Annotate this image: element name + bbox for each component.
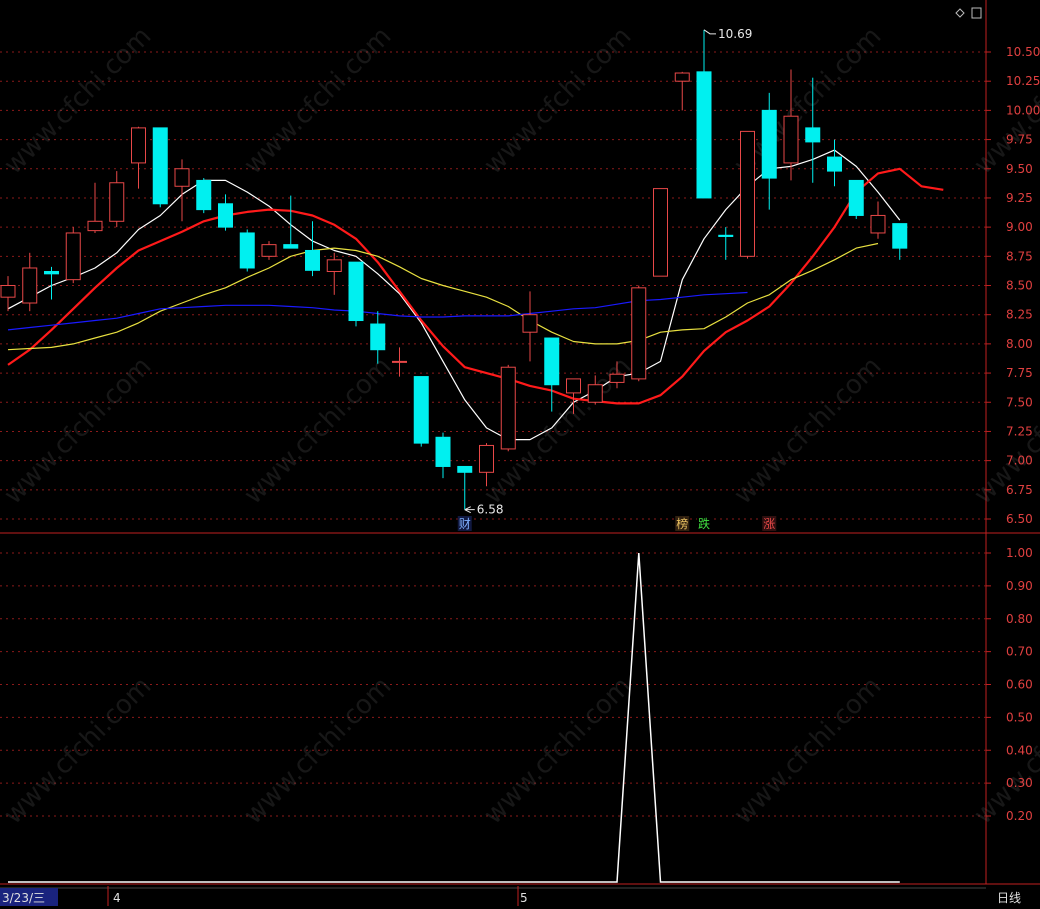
candle-body	[870, 214, 886, 234]
y-tick-label: 9.25	[1006, 191, 1033, 205]
y-tick-label: 7.25	[1006, 424, 1033, 438]
indicator-tick-label: 0.90	[1006, 579, 1033, 593]
candle-body	[805, 127, 821, 143]
candle-body	[740, 130, 755, 257]
kline-chart-stage: www.cfchi.com www.cfchi.com www.cfchi.com w…	[0, 0, 1040, 909]
candle-body	[457, 465, 473, 473]
candle[interactable]	[196, 178, 212, 214]
y-tick-label: 8.25	[1006, 308, 1033, 322]
candle-body	[413, 376, 429, 444]
candle-body	[196, 179, 212, 211]
candle-body	[718, 234, 734, 237]
candle[interactable]	[500, 364, 516, 452]
candle-body	[587, 384, 603, 403]
event-marker[interactable]: 涨	[762, 516, 777, 531]
bottom-date-label[interactable]: 3/23/三	[2, 891, 45, 905]
indicator-tick-label: 0.30	[1006, 776, 1033, 790]
indicator-tick-label: 0.20	[1006, 809, 1033, 823]
indicator-tick-label: 0.60	[1006, 678, 1033, 692]
y-tick-label: 7.00	[1006, 454, 1033, 468]
event-marker-text: 榜	[676, 516, 688, 531]
indicator-tick-label: 0.40	[1006, 743, 1033, 757]
candle[interactable]	[152, 127, 168, 208]
y-tick-label: 10.00	[1006, 103, 1040, 117]
candle-body	[500, 366, 516, 450]
candle-body	[174, 168, 190, 187]
y-tick-label: 8.50	[1006, 279, 1033, 293]
y-tick-label: 7.75	[1006, 366, 1033, 380]
event-marker[interactable]: 榜	[675, 516, 690, 531]
bottom-month-5: 5	[520, 891, 528, 905]
candle-body	[152, 127, 168, 205]
candle-body	[65, 232, 81, 281]
high-price-label: 10.69	[718, 27, 752, 41]
bottom-month-4: 4	[113, 891, 121, 905]
candle-body	[239, 232, 255, 269]
candle-body	[87, 220, 103, 232]
candle-body	[653, 188, 668, 277]
candle[interactable]	[348, 261, 364, 327]
candle-body	[761, 109, 777, 179]
y-tick-label: 9.75	[1006, 133, 1033, 147]
candle-body	[22, 267, 38, 304]
candle-body	[696, 71, 712, 199]
period-label[interactable]: 日线	[997, 891, 1021, 905]
candle[interactable]	[239, 229, 255, 272]
candle-body	[544, 337, 560, 386]
y-tick-label: 9.50	[1006, 162, 1033, 176]
candle-body	[479, 444, 494, 473]
candle-body	[848, 179, 864, 216]
candle-body	[674, 72, 690, 82]
candle-body	[631, 287, 647, 380]
y-tick-label: 10.50	[1006, 45, 1040, 59]
candle[interactable]	[631, 285, 647, 382]
candle-body	[609, 373, 625, 383]
candle-body	[305, 249, 320, 271]
candle-body	[370, 323, 386, 351]
indicator-tick-label: 0.70	[1006, 645, 1033, 659]
candle-body	[218, 203, 233, 228]
candle-body	[261, 244, 277, 257]
candle-body	[892, 223, 908, 249]
candle-body	[392, 360, 407, 363]
candle[interactable]	[65, 227, 81, 284]
y-tick-label: 6.50	[1006, 512, 1033, 526]
low-price-label: 6.58	[477, 503, 504, 517]
event-marker-text: 跌	[698, 516, 710, 531]
candle[interactable]	[653, 188, 668, 277]
candle-body	[326, 259, 342, 272]
candle-body	[522, 314, 538, 333]
candle-body	[827, 156, 842, 172]
event-marker[interactable]: 财	[457, 516, 472, 531]
candle-body	[348, 261, 364, 322]
candle-body	[435, 436, 451, 467]
candle-body	[131, 127, 146, 164]
y-tick-label: 9.00	[1006, 220, 1033, 234]
candle-body	[283, 244, 299, 249]
y-tick-label: 10.25	[1006, 74, 1040, 88]
candle[interactable]	[413, 376, 429, 447]
candle-body	[566, 378, 581, 394]
indicator-tick-label: 0.50	[1006, 710, 1033, 724]
event-marker-text: 财	[459, 517, 471, 531]
event-marker[interactable]: 跌	[697, 516, 711, 531]
event-marker-text: 涨	[763, 516, 775, 531]
candle-body	[109, 182, 125, 222]
y-tick-label: 6.75	[1006, 483, 1033, 497]
indicator-tick-label: 0.80	[1006, 612, 1033, 626]
candle[interactable]	[740, 130, 755, 259]
y-tick-label: 8.00	[1006, 337, 1033, 351]
candle-body	[0, 285, 16, 298]
y-tick-label: 8.75	[1006, 249, 1033, 263]
candle-body	[783, 115, 799, 164]
y-tick-label: 7.50	[1006, 395, 1033, 409]
indicator-tick-label: 1.00	[1006, 546, 1033, 560]
candle[interactable]	[848, 179, 864, 219]
candle-body	[44, 270, 59, 275]
